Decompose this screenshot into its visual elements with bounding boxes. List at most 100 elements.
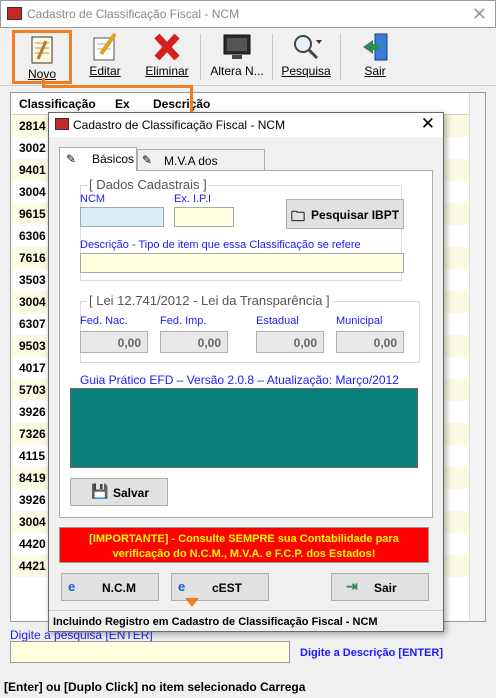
sair-toolbar-button[interactable]: Sair <box>350 30 400 84</box>
ie-globe-icon: e <box>178 579 186 594</box>
search-input[interactable] <box>10 641 290 663</box>
municipal-label: Municipal <box>336 315 383 327</box>
dialog-title: Cadastro de Classificação Fiscal - NCM <box>73 118 286 132</box>
classificacao-cell: 6307 <box>19 317 46 331</box>
pesquisar-ibpt-button[interactable]: 🗀 Pesquisar IBPT <box>286 199 404 229</box>
ncm-button-label: N.C.M <box>102 581 136 595</box>
magnifier-icon <box>294 35 322 60</box>
novo-button[interactable]: Novo <box>12 30 72 84</box>
sair-dialog-button[interactable]: ⇥ Sair <box>331 573 429 601</box>
municipal-field[interactable]: 0,00 <box>336 331 404 353</box>
classificacao-cell: 7616 <box>19 251 46 265</box>
pesquisa-button[interactable]: Pesquisa <box>278 30 334 84</box>
classificacao-cell: 9615 <box>19 207 46 221</box>
eliminar-label: Eliminar <box>145 64 189 78</box>
classificacao-cell: 7326 <box>19 427 46 441</box>
tab-mva-estados[interactable]: ✎ M.V.A dos Estados <box>137 149 265 182</box>
classificacao-cell: 4017 <box>19 361 46 375</box>
eliminar-button[interactable]: Eliminar <box>140 30 194 84</box>
app-icon <box>7 7 22 20</box>
classificacao-cell: 4115 <box>19 449 46 463</box>
exipi-label: Ex. I.P.I <box>174 193 212 205</box>
exit-door-icon <box>363 33 388 61</box>
classificacao-cell: 8419 <box>19 471 46 485</box>
column-header-descricao[interactable]: Descrição <box>153 97 210 111</box>
ncm-label: NCM <box>80 193 106 205</box>
classificacao-cell: 3002 <box>19 141 46 155</box>
annotation-arrow-line <box>42 85 192 88</box>
annotation-arrow-head <box>185 598 199 607</box>
classificacao-cell: 4421 <box>19 559 46 573</box>
classificacao-cell: 9401 <box>19 163 46 177</box>
dialog-title-bar: Cadastro de Classificação Fiscal - NCM ✕ <box>49 113 443 137</box>
ncm-field[interactable] <box>80 207 164 227</box>
column-header-ex[interactable]: Ex <box>115 97 130 111</box>
tab-panel-basicos: [ Dados Cadastrais ] NCM Ex. I.P.I 🗀 Pes… <box>59 170 433 518</box>
fed-nac-label: Fed. Nac. <box>80 315 128 327</box>
guia-efd-label: Guia Prático EFD – Versão 2.0.8 – Atuali… <box>80 373 399 387</box>
pencil-icon: ✎ <box>142 153 153 167</box>
floppy-disk-icon: 💾 <box>91 483 109 499</box>
classificacao-cell: 3004 <box>19 295 46 309</box>
classificacao-cell: 6306 <box>19 229 46 243</box>
ie-globe-icon: e <box>68 579 76 594</box>
estadual-label: Estadual <box>256 315 299 327</box>
exit-door-icon: ⇥ <box>346 578 358 594</box>
guia-efd-panel <box>70 388 418 468</box>
pesquisar-ibpt-label: Pesquisar IBPT <box>311 208 400 222</box>
cest-button-label: cEST <box>212 581 243 595</box>
classificacao-cell: 3004 <box>19 185 46 199</box>
descricao-field[interactable] <box>80 253 404 273</box>
ncm-button[interactable]: e N.C.M <box>61 573 159 601</box>
fed-nac-field[interactable]: 0,00 <box>80 331 148 353</box>
salvar-button[interactable]: 💾 Salvar <box>70 478 168 506</box>
ncm-dialog: Cadastro de Classificação Fiscal - NCM ✕… <box>48 112 444 632</box>
pesquisa-label: Pesquisa <box>281 64 331 78</box>
warning-line-2: verificação do N.C.M., M.V.A. e F.C.P. d… <box>112 548 376 560</box>
footer-hint: [Enter] ou [Duplo Click] no item selecio… <box>4 680 306 694</box>
fed-imp-field[interactable]: 0,00 <box>160 331 228 353</box>
altera-label: Altera N... <box>210 64 264 78</box>
grid-scrollbar[interactable] <box>469 93 485 621</box>
pencil-icon: ✎ <box>66 152 77 166</box>
close-icon[interactable]: ✕ <box>472 4 487 25</box>
search-description-label: Digite a Descrição [ENTER] <box>300 647 444 659</box>
dados-cadastrais-title: [ Dados Cadastrais ] <box>87 177 209 192</box>
edit-pencil-icon <box>93 32 117 61</box>
dialog-status-bar: Incluindo Registro em Cadastro de Classi… <box>49 610 443 632</box>
cest-button[interactable]: e cEST <box>171 573 269 601</box>
classificacao-cell: 3004 <box>19 515 46 529</box>
tab-basicos[interactable]: ✎ Básicos <box>59 147 137 171</box>
sair-dialog-label: Sair <box>374 581 397 595</box>
estadual-field[interactable]: 0,00 <box>256 331 324 353</box>
warning-banner: [IMPORTANTE] - Consulte SEMPRE sua Conta… <box>59 527 429 563</box>
app-icon <box>55 118 69 130</box>
folder-search-icon: 🗀 <box>291 208 305 224</box>
monitor-icon <box>223 34 251 59</box>
dialog-close-icon[interactable]: ✕ <box>421 114 435 134</box>
main-title-bar: Cadastro de Classificação Fiscal - NCM ✕ <box>0 0 496 28</box>
classificacao-cell: 9503 <box>19 339 46 353</box>
main-window-title: Cadastro de Classificação Fiscal - NCM <box>27 7 240 21</box>
altera-ncm-button[interactable]: Altera N... <box>206 30 268 84</box>
classificacao-cell: 5703 <box>19 383 46 397</box>
toolbar-separator <box>340 34 341 80</box>
classificacao-cell: 4420 <box>19 537 46 551</box>
delete-x-icon <box>154 33 180 61</box>
tab-basicos-label: Básicos <box>92 152 135 166</box>
salvar-label: Salvar <box>113 486 150 500</box>
notebook-icon <box>31 36 53 64</box>
column-header-classificacao[interactable]: Classificação <box>19 97 96 111</box>
classificacao-cell: 3503 <box>19 273 46 287</box>
warning-line-1: [IMPORTANTE] - Consulte SEMPRE sua Conta… <box>89 533 399 545</box>
sair-toolbar-label: Sair <box>364 64 386 78</box>
classificacao-cell: 2814 <box>19 119 46 133</box>
editar-button[interactable]: Editar <box>78 30 132 84</box>
descricao-label: Descrição - Tipo de item que essa Classi… <box>80 239 361 251</box>
toolbar-separator <box>200 34 201 80</box>
editar-label: Editar <box>89 64 121 78</box>
lei-title: [ Lei 12.741/2012 - Lei da Transparência… <box>87 293 332 308</box>
classificacao-cell: 3926 <box>19 493 46 507</box>
exipi-field[interactable] <box>174 207 234 227</box>
fed-imp-label: Fed. Imp. <box>160 315 207 327</box>
